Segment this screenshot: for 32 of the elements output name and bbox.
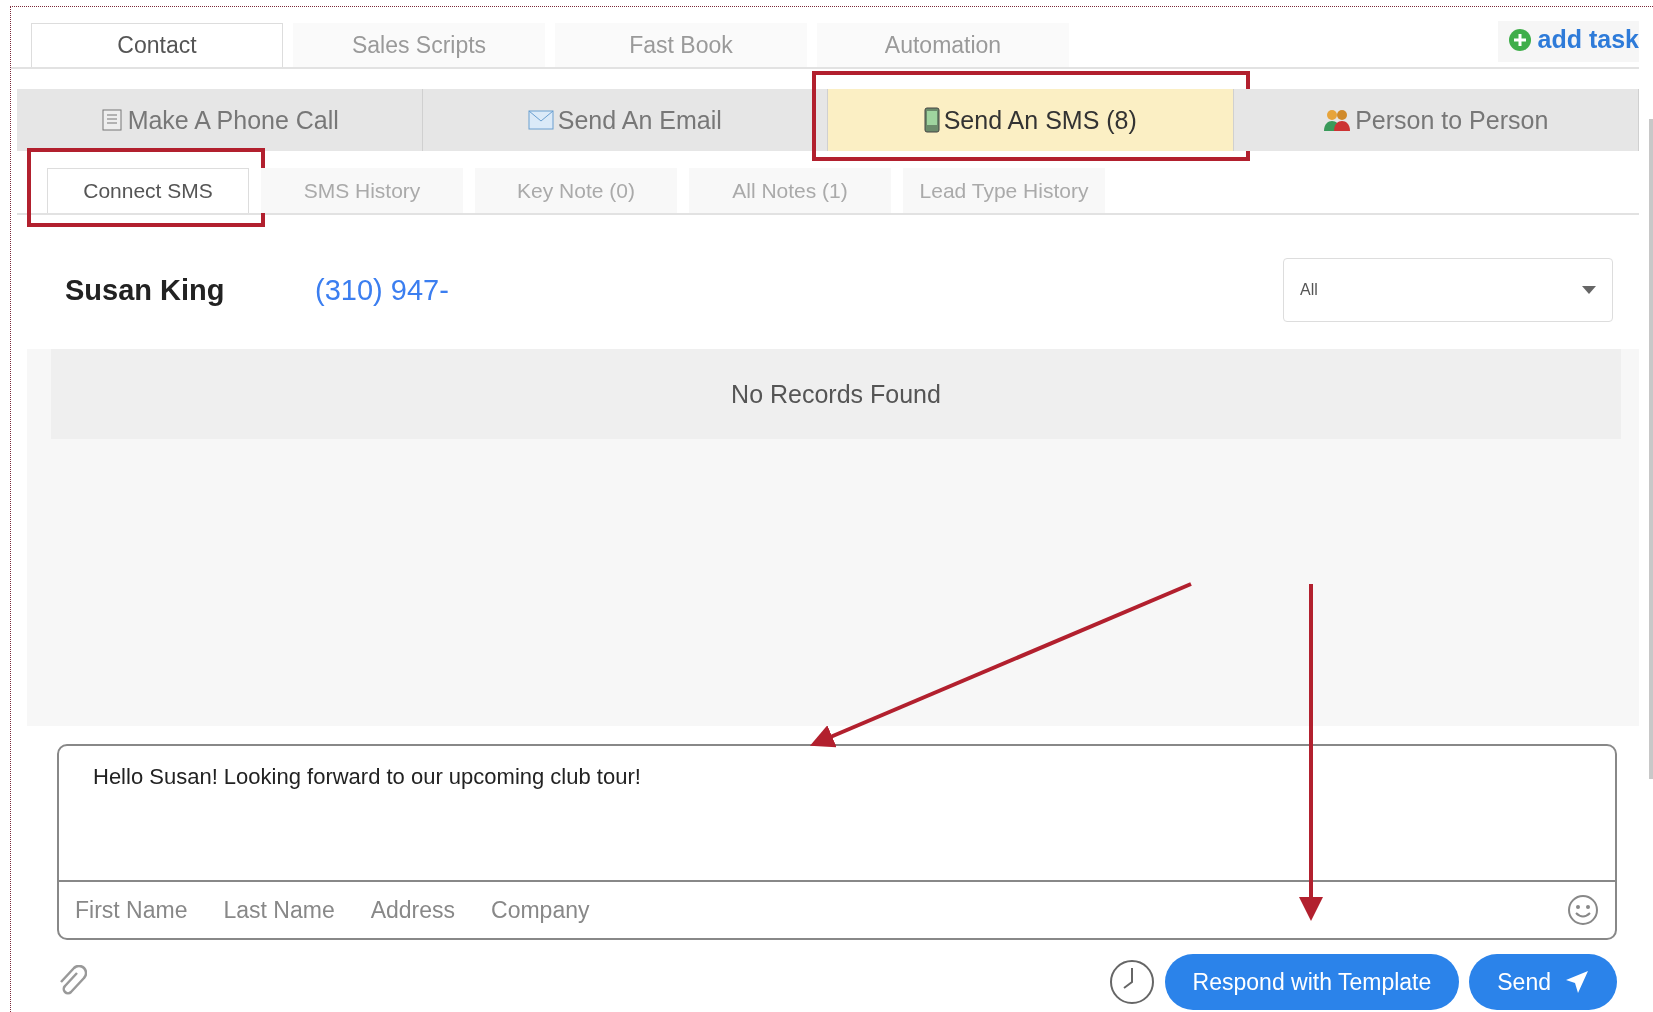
- tab[interactable]: SMS History: [261, 168, 463, 213]
- contact-name: Susan King: [65, 273, 226, 307]
- tab[interactable]: Fast Book: [555, 23, 807, 67]
- merge-field-token[interactable]: Address: [370, 896, 456, 924]
- empty-message: No Records Found: [731, 379, 941, 409]
- tab[interactable]: Lead Type History: [903, 168, 1105, 213]
- plus-icon: [1507, 27, 1532, 52]
- emoji-icon[interactable]: [1567, 894, 1599, 926]
- message-composer[interactable]: Hello Susan! Looking forward to our upcoming club tour! First Name Last Name Address Company: [57, 744, 1617, 940]
- filter-dropdown[interactable]: All: [1283, 258, 1613, 322]
- people-icon: [1323, 108, 1352, 132]
- tab[interactable]: Sales Scripts: [293, 23, 545, 67]
- message-field[interactable]: Hello Susan! Looking forward to our upcoming club tour!: [59, 746, 1615, 882]
- tab[interactable]: Automation: [817, 23, 1069, 67]
- tab[interactable]: Connect SMS: [47, 168, 249, 213]
- send-button[interactable]: Send: [1469, 954, 1617, 1010]
- merge-field-token[interactable]: First Name: [75, 896, 188, 924]
- tab[interactable]: All Notes (1): [689, 168, 891, 213]
- add-task-link[interactable]: add task: [1497, 21, 1639, 62]
- caret-icon: [1582, 286, 1596, 294]
- send-icon: [1565, 970, 1589, 994]
- channel-tab[interactable]: Send An SMS (8): [828, 89, 1234, 151]
- tab[interactable]: Contact: [31, 23, 283, 67]
- clock-icon[interactable]: [1108, 959, 1155, 1005]
- merge-field-token[interactable]: Company: [491, 896, 590, 924]
- list-icon: [99, 108, 124, 132]
- tab[interactable]: Key Note (0): [475, 168, 677, 213]
- envelope-icon: [527, 110, 554, 130]
- respond-with-template-button[interactable]: Respond with Template: [1164, 954, 1460, 1010]
- merge-field-token[interactable]: Last Name: [223, 896, 335, 924]
- mobile-phone-icon: [923, 107, 940, 133]
- phone-number[interactable]: (310) 947-: [315, 273, 449, 307]
